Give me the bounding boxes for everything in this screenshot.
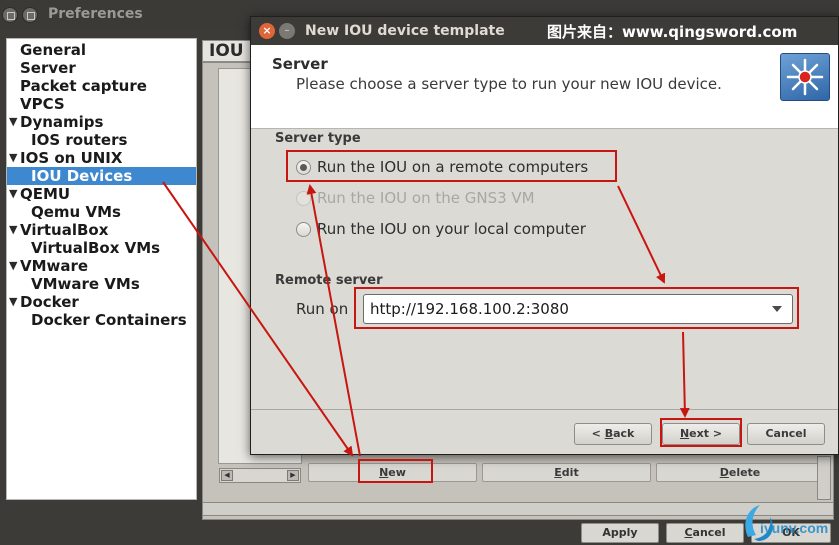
- sidebar-item-label: Docker Containers: [31, 311, 187, 329]
- run-on-label: Run on: [296, 300, 349, 318]
- wizard-page-title: Server: [272, 55, 328, 73]
- sidebar-item[interactable]: General: [7, 41, 196, 59]
- sidebar-item-label: Server: [20, 59, 76, 77]
- expand-arrow-icon[interactable]: ▼: [9, 221, 17, 239]
- cancel-button-mnemonic: C: [684, 526, 693, 539]
- expand-arrow-icon[interactable]: ▼: [9, 293, 17, 311]
- sidebar-item[interactable]: ▼ Dynamips: [7, 113, 196, 131]
- close-icon[interactable]: [2, 7, 18, 23]
- sidebar-item-label: General: [20, 41, 86, 59]
- sidebar-item[interactable]: IOS routers: [7, 131, 196, 149]
- delete-button-mnemonic: D: [719, 466, 729, 479]
- back-button-mnemonic: B: [604, 427, 614, 440]
- sidebar-item[interactable]: VPCS: [7, 95, 196, 113]
- server-type-label: Server type: [275, 131, 361, 146]
- sidebar-item[interactable]: VirtualBox VMs: [7, 239, 196, 257]
- sidebar-item[interactable]: Docker Containers: [7, 311, 196, 329]
- back-button-prefix: <: [591, 427, 605, 440]
- radio-remote-label: Run the IOU on a remote computers: [317, 158, 589, 176]
- scroll-right-icon[interactable]: ▶: [287, 470, 299, 481]
- delete-button-label: elete: [728, 466, 761, 479]
- sidebar-item-label: IOS on UNIX: [20, 149, 123, 167]
- radio-button[interactable]: [296, 222, 311, 237]
- brand-logo-text: iyunv.com: [760, 520, 828, 536]
- expand-arrow-icon[interactable]: ▼: [9, 257, 17, 275]
- apply-button[interactable]: Apply: [581, 523, 659, 543]
- preferences-title: Preferences: [48, 6, 143, 22]
- button-divider: [251, 409, 838, 410]
- sidebar-item-label: IOS routers: [31, 131, 128, 149]
- sidebar-item-label: VirtualBox VMs: [31, 239, 161, 257]
- tab-iou[interactable]: IOU: [202, 40, 252, 62]
- new-button-mnemonic: N: [379, 466, 389, 479]
- radio-local-computer[interactable]: Run the IOU on your local computer: [296, 218, 606, 240]
- sidebar-item-label: Docker: [20, 293, 79, 311]
- sidebar-item-label: VPCS: [20, 95, 65, 113]
- back-button-label: ack: [613, 427, 635, 440]
- chevron-down-icon[interactable]: [772, 306, 782, 312]
- edit-button-mnemonic: E: [554, 466, 562, 479]
- sidebar-item[interactable]: ▼ Docker: [7, 293, 196, 311]
- radio-button: [296, 191, 311, 206]
- dialog-titlebar: × – New IOU device template 图片来自：www.qin…: [251, 17, 838, 45]
- sidebar-item[interactable]: Qemu VMs: [7, 203, 196, 221]
- sidebar-item[interactable]: VMware VMs: [7, 275, 196, 293]
- close-icon[interactable]: ×: [259, 23, 275, 39]
- sidebar-item[interactable]: ▼ QEMU: [7, 185, 196, 203]
- brand-logo: iyunv.com: [736, 497, 839, 545]
- delete-button[interactable]: Delete: [656, 463, 824, 482]
- sidebar-item[interactable]: IOU Devices: [7, 167, 196, 185]
- remote-server-label: Remote server: [275, 273, 383, 288]
- radio-remote-computers[interactable]: Run the IOU on a remote computers: [296, 156, 618, 178]
- sidebar-item-label: QEMU: [20, 185, 71, 203]
- remote-server-value: http://192.168.100.2:3080: [370, 300, 569, 318]
- remote-server-select[interactable]: http://192.168.100.2:3080: [363, 294, 793, 324]
- iou-device-icon: [780, 53, 830, 101]
- preferences-nav-tree[interactable]: General Server Packet capture VPCS ▼ Dynamips…: [6, 38, 197, 500]
- sidebar-item-label: Packet capture: [20, 77, 147, 95]
- sidebar-item-label: VMware: [20, 257, 89, 275]
- sidebar-item-label: IOU Devices: [31, 167, 133, 185]
- cancel-button-label: ancel: [692, 526, 726, 539]
- new-button-label: ew: [388, 466, 406, 479]
- wizard-page-subtitle: Please choose a server type to run your …: [296, 75, 722, 93]
- next-button[interactable]: Next >: [662, 423, 740, 445]
- sidebar-item[interactable]: ▼ VirtualBox: [7, 221, 196, 239]
- sidebar-item-label: Dynamips: [20, 113, 104, 131]
- radio-button[interactable]: [296, 160, 311, 175]
- sidebar-item[interactable]: ▼ IOS on UNIX: [7, 149, 196, 167]
- radio-gns3-vm: Run the IOU on the GNS3 VM: [296, 187, 556, 209]
- template-list-scrollbar[interactable]: ◀ ▶: [219, 468, 301, 483]
- wizard-header: Server Please choose a server type to ru…: [251, 45, 838, 129]
- radio-gns3-vm-label: Run the IOU on the GNS3 VM: [317, 189, 535, 207]
- next-button-label: ext >: [689, 427, 723, 440]
- expand-arrow-icon[interactable]: ▼: [9, 149, 17, 167]
- watermark-text: 图片来自：www.qingsword.com: [547, 23, 798, 41]
- sidebar-item-label: VMware VMs: [31, 275, 140, 293]
- sidebar-item-label: VirtualBox: [20, 221, 109, 239]
- sidebar-item-label: Qemu VMs: [31, 203, 121, 221]
- panel-vertical-scrollbar[interactable]: [817, 456, 831, 500]
- edit-button[interactable]: Edit: [482, 463, 651, 482]
- next-button-mnemonic: N: [679, 427, 690, 440]
- sidebar-item[interactable]: ▼ VMware: [7, 257, 196, 275]
- radio-local-label: Run the IOU on your local computer: [317, 220, 586, 238]
- minimize-icon[interactable]: –: [279, 23, 295, 39]
- expand-arrow-icon[interactable]: ▼: [9, 185, 17, 203]
- wizard-cancel-button[interactable]: Cancel: [747, 423, 825, 445]
- back-button[interactable]: < Back: [574, 423, 652, 445]
- new-iou-template-dialog: × – New IOU device template 图片来自：www.qin…: [250, 16, 839, 455]
- minimize-icon[interactable]: [22, 7, 38, 23]
- sidebar-item[interactable]: Packet capture: [7, 77, 196, 95]
- edit-button-label: dit: [561, 466, 579, 479]
- preferences-cancel-button[interactable]: Cancel: [666, 523, 744, 543]
- expand-arrow-icon[interactable]: ▼: [9, 113, 17, 131]
- scroll-left-icon[interactable]: ◀: [221, 470, 233, 481]
- dialog-title: New IOU device template: [305, 23, 505, 39]
- new-button[interactable]: New: [308, 463, 477, 482]
- sidebar-item[interactable]: Server: [7, 59, 196, 77]
